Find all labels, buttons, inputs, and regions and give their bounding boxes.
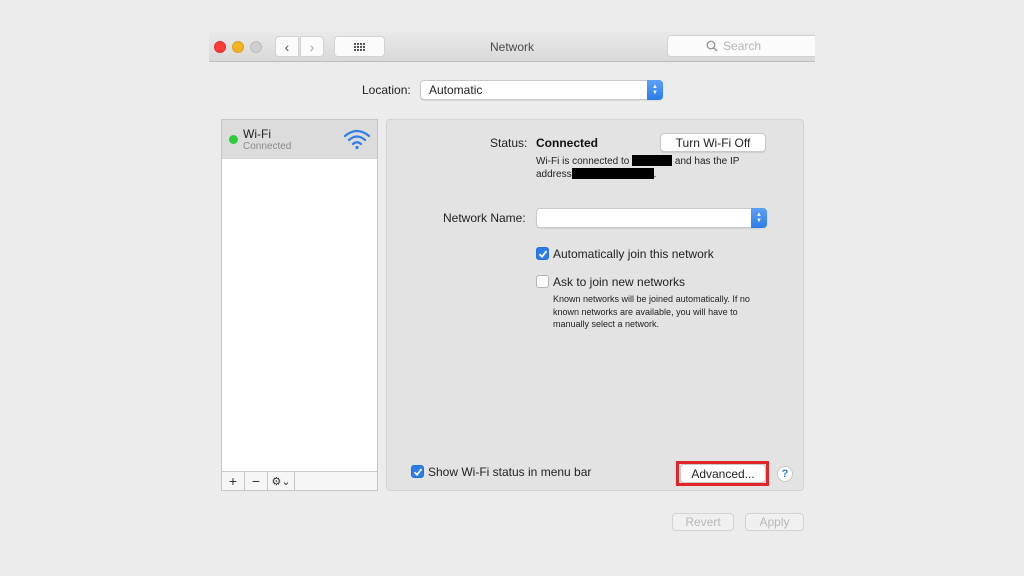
status-label: Status: (490, 136, 528, 150)
location-select[interactable]: Automatic ▲ ▼ (420, 80, 663, 100)
service-status: Connected (243, 141, 292, 152)
service-list-toolbar: + − ⚙⌄ (222, 471, 377, 490)
advanced-button[interactable]: Advanced... (680, 464, 766, 483)
search-icon (706, 40, 718, 52)
location-label: Location: (362, 83, 411, 97)
redacted-ip-address (571, 168, 654, 179)
remove-service-button[interactable]: − (245, 472, 268, 490)
minus-icon: − (251, 473, 261, 489)
wifi-icon (343, 129, 371, 150)
auto-join-label: Automatically join this network (553, 247, 714, 261)
status-desc-text: Wi-Fi is connected to (536, 156, 633, 167)
service-name: Wi-Fi (243, 127, 271, 141)
select-stepper-icon: ▲ ▼ (647, 80, 663, 100)
ask-to-join-label: Ask to join new networks (553, 275, 686, 289)
add-service-button[interactable]: + (222, 472, 245, 490)
help-button[interactable]: ? (777, 466, 793, 482)
service-item-wifi[interactable]: Wi-Fi Connected (222, 120, 377, 159)
select-stepper-icon: ▲ ▼ (751, 208, 767, 228)
status-value: Connected (536, 136, 599, 150)
gear-icon: ⚙⌄ (271, 475, 291, 488)
service-list: Wi-Fi Connected + − ⚙⌄ (221, 119, 378, 491)
search-field[interactable]: Search (667, 35, 815, 57)
ask-to-join-checkbox[interactable] (536, 275, 549, 288)
turn-wifi-off-button[interactable]: Turn Wi-Fi Off (660, 133, 766, 152)
revert-button[interactable]: Revert (672, 513, 734, 531)
network-name-select[interactable]: ▲ ▼ (536, 208, 767, 228)
plus-icon: + (228, 473, 238, 489)
action-menu-button[interactable]: ⚙⌄ (268, 472, 295, 490)
checkmark-icon (538, 249, 547, 258)
auto-join-checkbox[interactable] (536, 247, 549, 260)
status-desc-text: . (653, 169, 657, 180)
status-description: Wi-Fi is connected to and has the IP add… (536, 155, 776, 181)
title-bar: ‹ › Network Search (209, 32, 815, 62)
location-value: Automatic (429, 83, 483, 97)
apply-button[interactable]: Apply (745, 513, 804, 531)
question-icon: ? (781, 468, 789, 480)
ask-to-join-help-text: Known networks will be joined automatica… (553, 294, 750, 329)
search-placeholder: Search (723, 39, 762, 53)
status-dot-icon (229, 135, 238, 144)
network-name-label: Network Name: (443, 211, 526, 225)
show-wifi-status-label: Show Wi-Fi status in menu bar (428, 465, 592, 479)
redacted-network-name (632, 155, 673, 166)
checkmark-icon (413, 467, 422, 476)
show-wifi-status-checkbox[interactable] (411, 465, 424, 478)
